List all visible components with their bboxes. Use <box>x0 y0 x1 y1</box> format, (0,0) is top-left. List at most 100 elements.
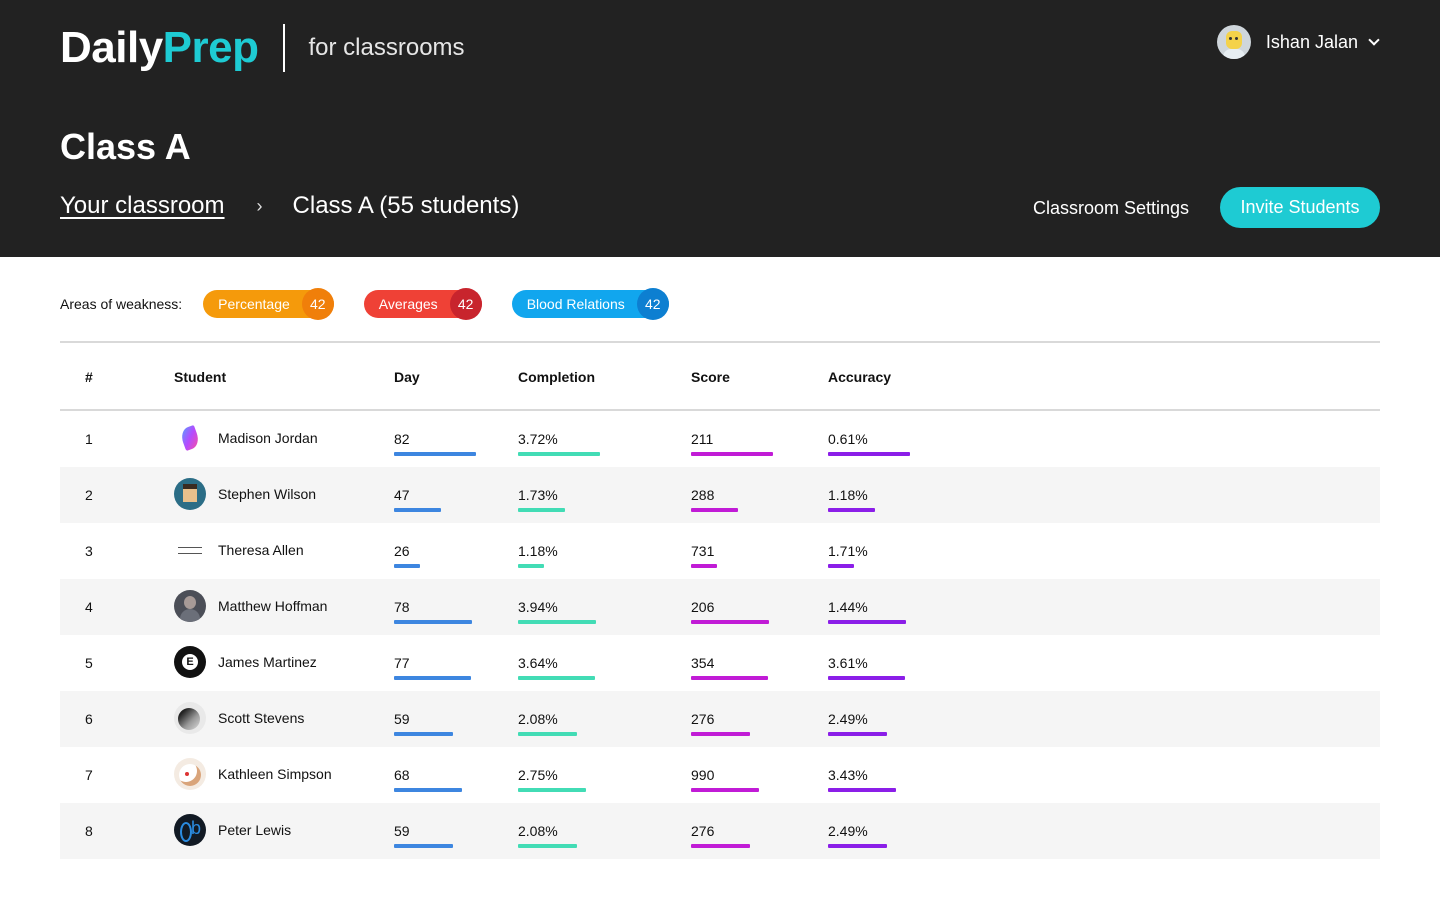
invite-students-button[interactable]: Invite Students <box>1220 187 1380 228</box>
weakness-chip-averages[interactable]: Averages 42 <box>363 288 482 320</box>
completion-bar <box>518 732 577 736</box>
score-bar <box>691 508 738 512</box>
brand-name-daily: Daily <box>60 23 163 72</box>
day-value: 68 <box>394 767 410 783</box>
day-value: 59 <box>394 823 410 839</box>
day-value: 47 <box>394 487 410 503</box>
student-name[interactable]: Stephen Wilson <box>218 486 316 502</box>
chevron-right-icon: › <box>256 195 263 216</box>
completion-value: 3.94% <box>518 599 558 615</box>
completion-bar <box>518 452 600 456</box>
completion-value: 2.08% <box>518 823 558 839</box>
day-bar <box>394 620 472 624</box>
row-number: 8 <box>85 823 93 839</box>
day-value: 78 <box>394 599 410 615</box>
completion-value: 3.64% <box>518 655 558 671</box>
brand-logo[interactable]: Daily Prep for classrooms <box>60 22 465 74</box>
completion-value: 2.75% <box>518 767 558 783</box>
table-row[interactable]: 5 James Martinez 77 3.64% 354 3.61% <box>60 635 1380 691</box>
day-value: 26 <box>394 543 410 559</box>
table-header: # Student Day Completion Score Accuracy <box>60 341 1380 411</box>
header-day[interactable]: Day <box>394 369 420 385</box>
accuracy-bar <box>828 788 896 792</box>
user-avatar[interactable] <box>1216 25 1251 59</box>
header-accuracy[interactable]: Accuracy <box>828 369 891 385</box>
chip-count-badge: 42 <box>449 288 482 320</box>
day-bar <box>394 508 441 512</box>
header-num[interactable]: # <box>85 369 93 385</box>
breadcrumb-current: Class A (55 students) <box>292 192 520 219</box>
accuracy-value: 3.43% <box>828 767 868 783</box>
completion-value: 1.73% <box>518 487 558 503</box>
breadcrumb-link-classroom[interactable]: Your classroom <box>60 192 225 220</box>
page-header: Daily Prep for classrooms Ishan Jalan Cla… <box>0 0 1440 257</box>
score-value: 990 <box>691 767 715 783</box>
table-row[interactable]: 7 Kathleen Simpson 68 2.75% 990 3.43% <box>60 747 1380 803</box>
student-cell: Madison Jordan <box>174 422 318 454</box>
brand-subtitle: for classrooms <box>308 34 465 61</box>
score-bar <box>691 788 759 792</box>
accuracy-value: 3.61% <box>828 655 868 671</box>
student-name[interactable]: Peter Lewis <box>218 822 291 838</box>
score-bar <box>691 620 769 624</box>
chevron-down-icon[interactable] <box>1368 33 1380 46</box>
accuracy-value: 2.49% <box>828 711 868 727</box>
students-table: # Student Day Completion Score Accuracy … <box>60 341 1380 859</box>
row-number: 7 <box>85 767 93 783</box>
table-row[interactable]: 2 Stephen Wilson 47 1.73% 288 1.18% <box>60 467 1380 523</box>
row-number: 5 <box>85 655 93 671</box>
student-name[interactable]: Theresa Allen <box>218 542 304 558</box>
accuracy-value: 2.49% <box>828 823 868 839</box>
completion-value: 3.72% <box>518 431 558 447</box>
score-value: 354 <box>691 655 715 671</box>
user-menu[interactable]: Ishan Jalan <box>1216 24 1380 60</box>
accuracy-bar <box>828 452 910 456</box>
student-name[interactable]: James Martinez <box>218 654 317 670</box>
classroom-settings-link[interactable]: Classroom Settings <box>1033 198 1189 219</box>
table-row[interactable]: 8 Peter Lewis 59 2.08% 276 2.49% <box>60 803 1380 859</box>
chip-count-badge: 42 <box>636 288 669 320</box>
weakness-label: Areas of weakness: <box>60 296 183 312</box>
student-name[interactable]: Madison Jordan <box>218 430 318 446</box>
header-completion[interactable]: Completion <box>518 369 595 385</box>
student-cell: Kathleen Simpson <box>174 758 332 790</box>
score-value: 211 <box>691 431 714 447</box>
score-value: 288 <box>691 487 715 503</box>
student-name[interactable]: Kathleen Simpson <box>218 766 332 782</box>
student-cell: Matthew Hoffman <box>174 590 327 622</box>
accuracy-bar <box>828 844 887 848</box>
accuracy-bar <box>828 620 906 624</box>
table-row[interactable]: 3 Theresa Allen 26 1.18% 731 1.71% <box>60 523 1380 579</box>
score-value: 206 <box>691 599 715 615</box>
weakness-chip-percentage[interactable]: Percentage 42 <box>203 288 334 320</box>
accuracy-bar <box>828 564 854 568</box>
row-number: 1 <box>85 431 93 447</box>
header-student[interactable]: Student <box>174 369 226 385</box>
brand-divider <box>282 24 285 72</box>
accuracy-value: 1.71% <box>828 543 868 559</box>
header-score[interactable]: Score <box>691 369 730 385</box>
table-row[interactable]: 6 Scott Stevens 59 2.08% 276 2.49% <box>60 691 1380 747</box>
student-name[interactable]: Scott Stevens <box>218 710 304 726</box>
score-value: 731 <box>691 543 715 559</box>
completion-bar <box>518 676 595 680</box>
chip-label: Averages <box>378 296 438 312</box>
day-value: 77 <box>394 655 410 671</box>
table-row[interactable]: 4 Matthew Hoffman 78 3.94% 206 1.44% <box>60 579 1380 635</box>
student-name[interactable]: Matthew Hoffman <box>218 598 327 614</box>
weakness-bar: Areas of weakness: Percentage 42 Average… <box>60 288 699 320</box>
page-title: Class A <box>60 126 191 167</box>
chip-count-badge: 42 <box>301 288 334 320</box>
row-number: 2 <box>85 487 93 503</box>
row-number: 3 <box>85 543 93 559</box>
student-avatar <box>174 814 206 846</box>
day-value: 59 <box>394 711 410 727</box>
day-bar <box>394 676 471 680</box>
table-row[interactable]: 1 Madison Jordan 82 3.72% 211 0.61% <box>60 411 1380 467</box>
day-bar <box>394 788 462 792</box>
chip-label: Blood Relations <box>526 296 625 312</box>
student-avatar <box>174 422 206 454</box>
student-avatar <box>174 534 206 566</box>
weakness-chip-blood-relations[interactable]: Blood Relations 42 <box>511 288 669 320</box>
user-name[interactable]: Ishan Jalan <box>1266 32 1358 53</box>
